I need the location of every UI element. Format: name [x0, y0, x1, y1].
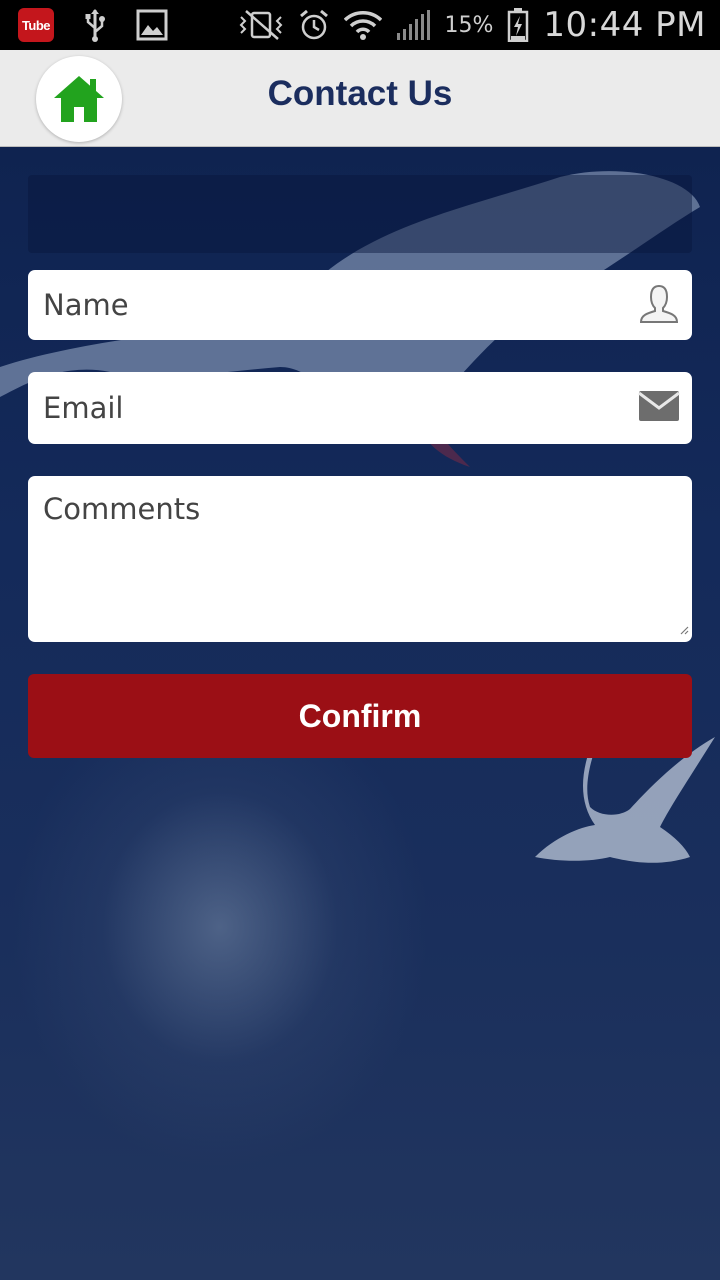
- youtube-icon-label: Tube: [21, 17, 51, 33]
- gallery-icon: [136, 9, 168, 41]
- status-bar: Tube 15% 10:44 PM: [0, 0, 720, 50]
- comments-textarea[interactable]: [43, 492, 623, 622]
- app-header: Contact Us: [0, 50, 720, 147]
- email-input[interactable]: [43, 372, 623, 444]
- name-input[interactable]: [43, 270, 623, 340]
- content-area: Confirm: [0, 147, 720, 1280]
- envelope-icon: [638, 389, 680, 427]
- signal-icon: [396, 9, 431, 41]
- alarm-icon: [298, 9, 330, 41]
- confirm-button[interactable]: Confirm: [28, 674, 692, 758]
- name-field[interactable]: [28, 270, 692, 340]
- person-icon: [638, 282, 680, 328]
- email-field[interactable]: [28, 372, 692, 444]
- comments-field[interactable]: [28, 476, 692, 642]
- status-bar-system: 15% 10:44 PM: [238, 0, 706, 50]
- youtube-icon: Tube: [18, 8, 54, 42]
- wifi-icon: [344, 10, 383, 40]
- contact-us-screen: Tube 15% 10:44 PM Contact Us Name Email …: [0, 0, 720, 1280]
- battery-percent: 15%: [444, 12, 494, 38]
- usb-icon: [84, 8, 106, 42]
- resize-grip-icon[interactable]: [679, 620, 689, 639]
- mute-vibrate-icon: [238, 9, 284, 41]
- status-bar-notifications: Tube: [18, 7, 168, 43]
- top-banner-area: [28, 175, 692, 253]
- battery-charging-icon: [507, 8, 529, 42]
- page-title: Contact Us: [267, 74, 453, 113]
- clock: 10:44 PM: [543, 5, 706, 45]
